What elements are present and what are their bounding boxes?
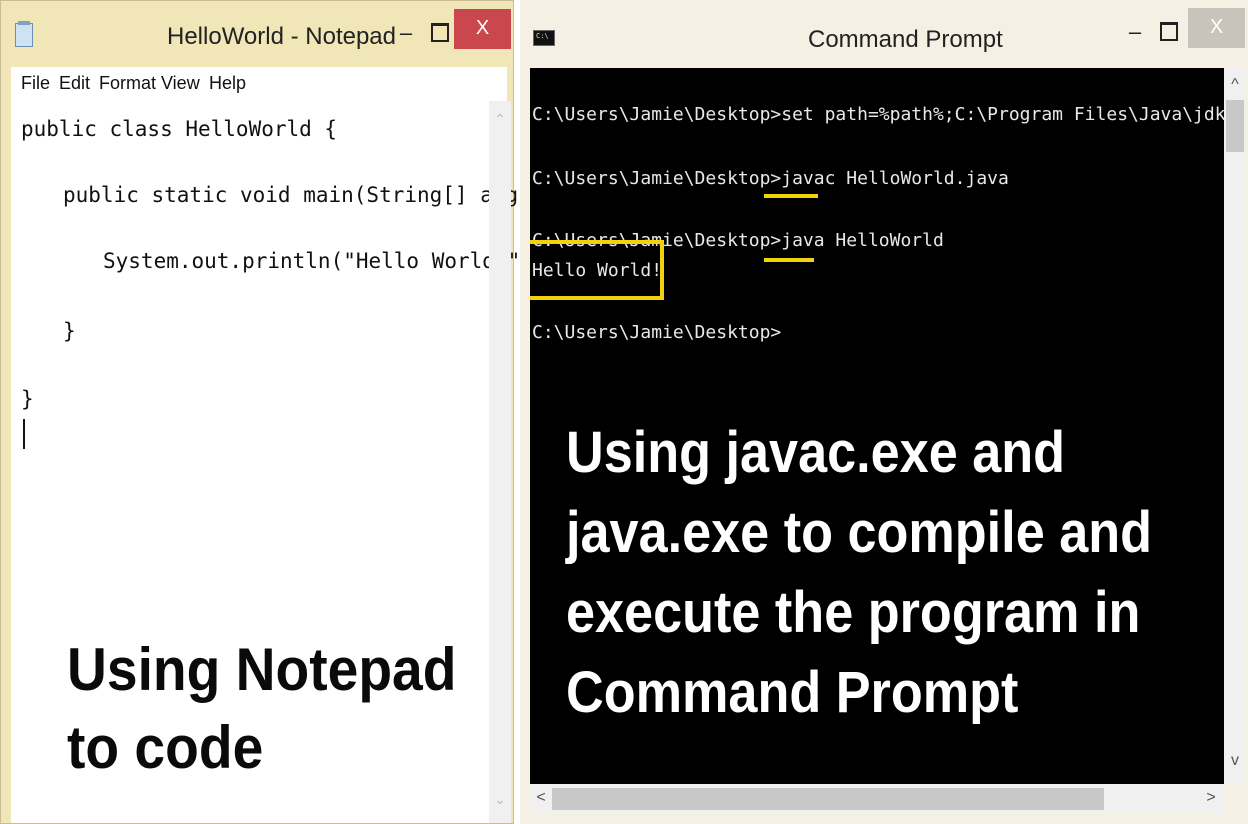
horizontal-scrollbar[interactable]: < > (530, 784, 1224, 814)
notepad-title-bar[interactable]: HelloWorld - Notepad – X (1, 1, 515, 67)
caption-line: Using Notepad (67, 636, 457, 703)
maximize-button[interactable] (427, 19, 453, 45)
command-prompt-window: Command Prompt – X C:\Users\Jamie\Deskto… (520, 0, 1248, 824)
console-output[interactable]: C:\Users\Jamie\Desktop>set path=%path%;C… (530, 68, 1224, 784)
console-line: C:\Users\Jamie\Desktop> (532, 322, 782, 343)
menu-bar: File Edit Format View Help (11, 67, 507, 102)
cmd-caption: Using javac.exe and java.exe to compile … (566, 413, 1152, 733)
text-cursor (23, 419, 25, 449)
notepad-caption: Using Notepad to code (67, 631, 456, 787)
caption-line: java.exe to compile and (566, 500, 1153, 565)
minimize-button[interactable]: – (1122, 18, 1148, 46)
caption-line: execute the program in (566, 580, 1141, 645)
menu-format[interactable]: Format (99, 73, 156, 94)
notepad-icon[interactable] (15, 21, 33, 47)
menu-file[interactable]: File (21, 73, 50, 94)
vertical-scrollbar[interactable]: ⌃ ⌄ (489, 101, 511, 823)
scroll-thumb[interactable] (552, 788, 1104, 810)
caption-line: to code (67, 714, 264, 781)
code-line: System.out.println("Hello World!"); (103, 249, 546, 273)
close-button[interactable]: X (454, 9, 511, 49)
close-button[interactable]: X (1188, 8, 1245, 48)
code-line: public class HelloWorld { (21, 117, 338, 141)
scroll-right-icon[interactable]: > (1204, 789, 1218, 807)
text-editor[interactable]: public class HelloWorld { public static … (11, 101, 569, 823)
menu-edit[interactable]: Edit (59, 73, 90, 94)
scroll-left-icon[interactable]: < (534, 789, 548, 807)
minimize-button[interactable]: – (393, 19, 419, 47)
menu-view[interactable]: View (161, 73, 200, 94)
maximize-button[interactable] (1156, 18, 1182, 44)
cmd-title-bar[interactable]: Command Prompt – X (520, 0, 1248, 68)
scroll-down-icon[interactable]: v (1224, 752, 1246, 770)
caption-line: Using javac.exe and (566, 420, 1066, 485)
vertical-scrollbar[interactable]: ^ v (1224, 68, 1246, 784)
output-highlight-box (530, 240, 664, 300)
scroll-thumb[interactable] (1226, 100, 1244, 152)
scroll-down-icon[interactable]: ⌄ (489, 791, 511, 808)
scroll-up-icon[interactable]: ^ (1224, 76, 1246, 94)
java-underline (764, 258, 814, 262)
console-line: C:\Users\Jamie\Desktop>javac HelloWorld.… (532, 168, 1009, 189)
cmd-icon[interactable] (533, 30, 555, 46)
notepad-window: HelloWorld - Notepad – X File Edit Forma… (0, 0, 569, 824)
caption-line: Command Prompt (566, 660, 1019, 725)
console-line: C:\Users\Jamie\Desktop>set path=%path%;C… (532, 104, 1224, 125)
code-line: } (63, 319, 76, 343)
scroll-up-icon[interactable]: ⌃ (489, 111, 511, 128)
notepad-title: HelloWorld - Notepad (167, 23, 396, 50)
code-line: } (21, 387, 34, 411)
javac-underline (764, 194, 818, 198)
cmd-title: Command Prompt (808, 26, 1003, 53)
menu-help[interactable]: Help (209, 73, 246, 94)
